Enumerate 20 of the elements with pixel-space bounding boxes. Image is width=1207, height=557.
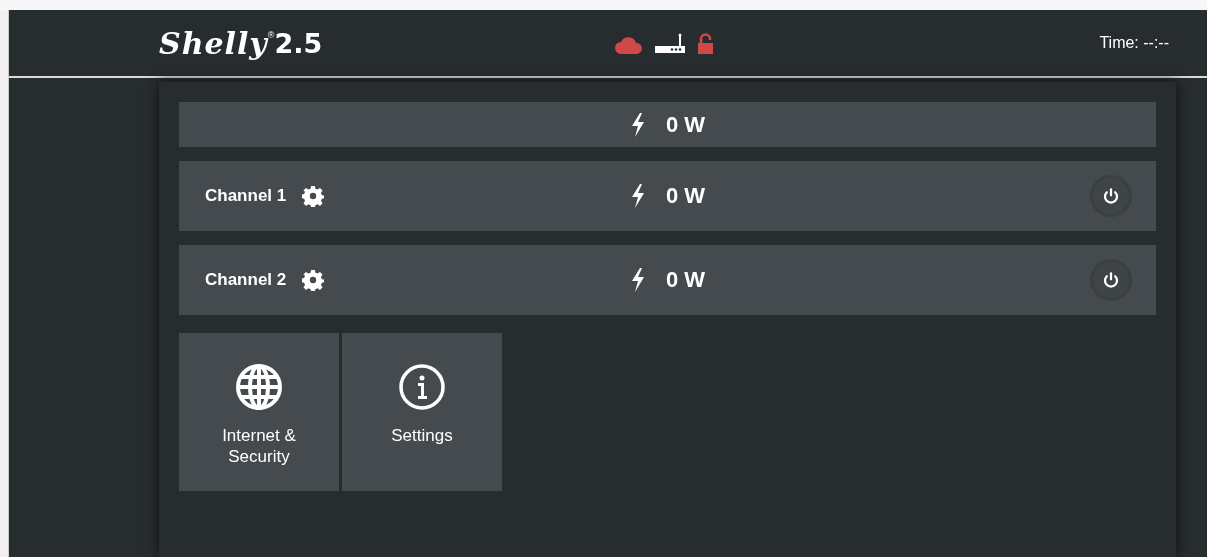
channel-power-value: 0 W [665,183,706,209]
channel-power-value: 0 W [665,267,706,293]
power-button[interactable] [1090,175,1132,217]
lightning-icon [629,268,646,292]
globe-icon [235,363,283,411]
settings-icon[interactable] [302,269,325,291]
lightning-icon [629,112,646,137]
time-label: Time: --:-- [1099,34,1169,52]
channel-name: Channel 2 [205,270,287,290]
total-power-value: 0 W [665,111,706,138]
channel-name: Channel 1 [205,186,287,206]
info-icon [398,363,446,411]
lightning-icon [629,184,646,208]
menu-tile[interactable]: Internet & Security [179,333,339,491]
power-button[interactable] [1090,259,1132,301]
settings-icon[interactable] [302,185,325,207]
power-icon [1102,271,1120,289]
power-icon [1102,187,1120,205]
menu-tile[interactable]: Settings [342,333,502,491]
logo: Shelly®2.5 [159,25,324,61]
